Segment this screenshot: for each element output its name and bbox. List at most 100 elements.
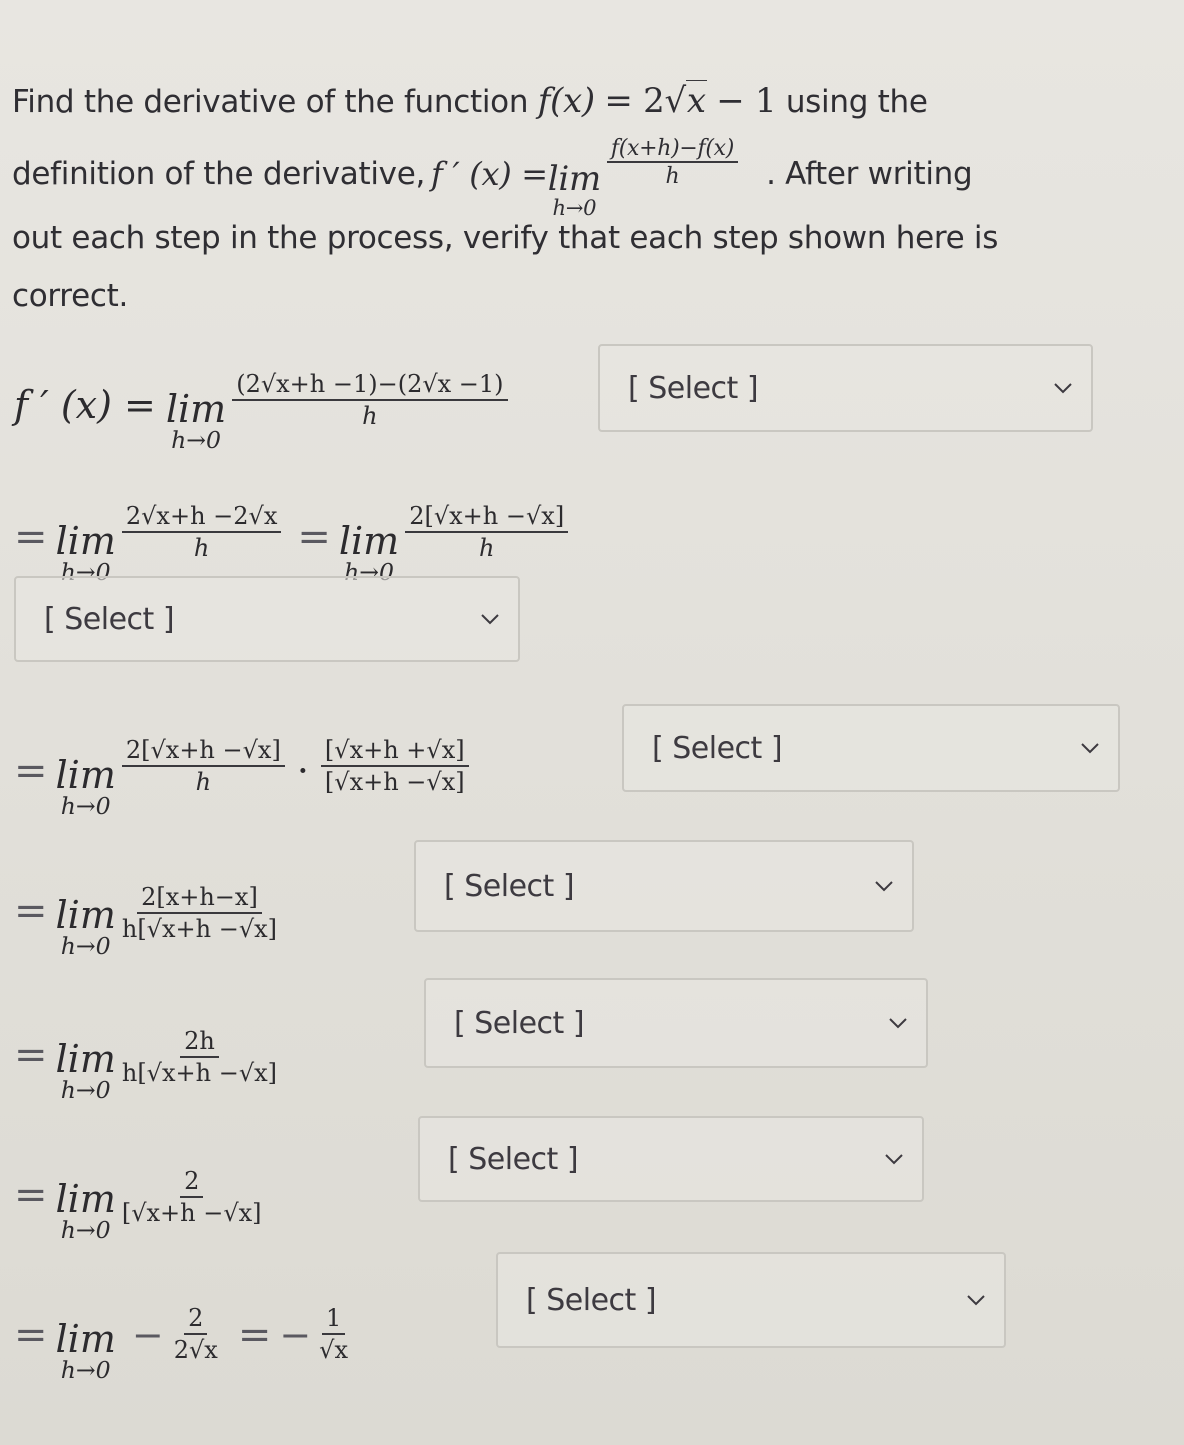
step-6-select[interactable]: [ Select ] (418, 1116, 924, 1202)
lim-word: lim (55, 753, 116, 797)
lim-sub: h→0 (60, 1076, 111, 1104)
select-label: [ Select ] (448, 1141, 579, 1177)
prompt-text: using the (776, 84, 928, 120)
step-6-expression: = lim h→0 2 [√x+h −√x] (14, 1146, 272, 1244)
step-7-expression: = lim h→0 − 2 2√x = − 1 √x (14, 1286, 358, 1384)
equals-sign: = (14, 1311, 48, 1358)
step-fraction: 2 [√x+h −√x] (118, 1168, 266, 1228)
function-eq: = 2 (604, 81, 665, 121)
denominator: 2√x (173, 1335, 218, 1364)
numerator: (2√x+h −1)−(2√x −1) (232, 371, 508, 401)
limit: lim h→0 (56, 756, 116, 820)
step-2-expression: = lim h→0 2√x+h −2√x h = lim h→0 2[√x+h … (14, 488, 574, 586)
numerator: f(x+h)−f(x) (606, 136, 739, 164)
lim-word: lim (55, 1177, 116, 1221)
limit: lim h→0 (56, 1320, 116, 1384)
step-3-select[interactable]: [ Select ] (622, 704, 1120, 792)
numerator: 2 (184, 1305, 208, 1335)
lim-word: lim (55, 893, 116, 937)
chevron-down-icon (885, 1154, 903, 1165)
equals-sign: = (297, 513, 331, 560)
step-fraction: (2√x+h −1)−(2√x −1) h (232, 371, 508, 431)
chevron-down-icon (1081, 743, 1099, 754)
step-1-select[interactable]: [ Select ] (598, 344, 1093, 432)
select-label: [ Select ] (652, 730, 783, 766)
step-lhs: f ′ (x) = (14, 382, 156, 427)
step-3-expression: = lim h→0 2[√x+h −√x] h · [√x+h +√x] [√x… (14, 722, 475, 820)
prompt-text: Find the derivative of the function (12, 84, 538, 120)
step-fraction: 2[√x+h −√x] h (405, 503, 569, 563)
chevron-down-icon (967, 1295, 985, 1306)
numerator: 2h (180, 1028, 219, 1058)
lim-word: lim (547, 159, 601, 199)
function-lhs: f(x) (537, 81, 595, 121)
select-label: [ Select ] (454, 1005, 585, 1041)
numerator: [√x+h +√x] (320, 737, 469, 767)
lim-sub: h→0 (60, 932, 111, 960)
denominator: h (193, 533, 210, 562)
step-fraction: 2 2√x (170, 1305, 222, 1365)
numerator: 2[√x+h −√x] (121, 737, 285, 767)
lim-sub: h→0 (60, 1356, 111, 1384)
step-4-select[interactable]: [ Select ] (414, 840, 914, 932)
minus-sign: − (279, 1312, 312, 1357)
numerator: 2 (180, 1168, 204, 1198)
select-label: [ Select ] (526, 1282, 657, 1318)
lim-word: lim (338, 519, 400, 563)
radicand: x (685, 80, 707, 121)
numerator: 2√x+h −2√x (121, 503, 282, 533)
step-2-select[interactable]: [ Select ] (14, 576, 520, 662)
step-5-expression: = lim h→0 2h h[√x+h −√x] (14, 1006, 287, 1104)
lim-sub: h→0 (60, 792, 111, 820)
limit: lim h→0 (56, 1040, 116, 1104)
lim-word: lim (165, 387, 227, 431)
equals-sign: = (14, 513, 48, 560)
step-7-select[interactable]: [ Select ] (496, 1252, 1006, 1348)
step-1-expression: f ′ (x) = lim h→0 (2√x+h −1)−(2√x −1) h (14, 356, 514, 454)
prompt-text: . After writing (766, 155, 973, 192)
minus-sign: − (131, 1312, 164, 1357)
equals-sign: = (14, 887, 48, 934)
lim-word: lim (55, 1317, 116, 1361)
chevron-down-icon (889, 1018, 907, 1029)
prompt-line-1: Find the derivative of the function f(x)… (12, 80, 928, 121)
select-label: [ Select ] (628, 370, 759, 406)
denominator: h[√x+h −√x] (121, 1058, 278, 1087)
lim-sub: h→0 (552, 195, 597, 220)
chevron-down-icon (1054, 383, 1072, 394)
prompt-text: definition of the derivative, (12, 155, 426, 192)
denominator: [√x+h −√x] (324, 767, 465, 796)
step-5-select[interactable]: [ Select ] (424, 978, 928, 1068)
result-fraction: 1 √x (315, 1305, 352, 1365)
select-label: [ Select ] (44, 601, 175, 637)
limit: lim h→0 (166, 390, 226, 454)
sqrt-x: √ x (664, 80, 707, 121)
lim-sub: h→0 (171, 426, 221, 454)
equals-sign: = (14, 1171, 48, 1218)
lim-word: lim (55, 519, 116, 563)
equals-sign: = (14, 1031, 48, 1078)
limit: lim h→0 (56, 1180, 116, 1244)
definition-fraction: f(x+h)−f(x) h (606, 136, 739, 191)
step-4-expression: = lim h→0 2[x+h−x] h[√x+h −√x] (14, 862, 287, 960)
denominator: h (478, 533, 495, 562)
lim-sub: h→0 (60, 1216, 111, 1244)
derivative-lhs: f ′ (x) = (431, 154, 548, 193)
numerator: 1 (321, 1305, 346, 1335)
denominator: h (362, 401, 378, 430)
select-label: [ Select ] (444, 868, 575, 904)
conjugate-fraction: [√x+h +√x] [√x+h −√x] (320, 737, 469, 797)
equals-sign: = (237, 1311, 272, 1358)
function-tail: − 1 (716, 81, 777, 121)
prompt-line-3: out each step in the process, verify tha… (12, 220, 999, 256)
denominator: h[√x+h −√x] (121, 914, 278, 943)
step-fraction: 2√x+h −2√x h (121, 503, 282, 563)
denominator: √x (319, 1335, 348, 1364)
denominator: h (195, 767, 212, 796)
step-fraction: 2[x+h−x] h[√x+h −√x] (118, 884, 281, 944)
chevron-down-icon (481, 614, 499, 625)
equals-sign: = (14, 747, 48, 794)
denominator: [√x+h −√x] (121, 1198, 262, 1227)
prompt-line-2: definition of the derivative, f ′ (x) = … (12, 128, 973, 220)
denominator: h (665, 164, 680, 190)
